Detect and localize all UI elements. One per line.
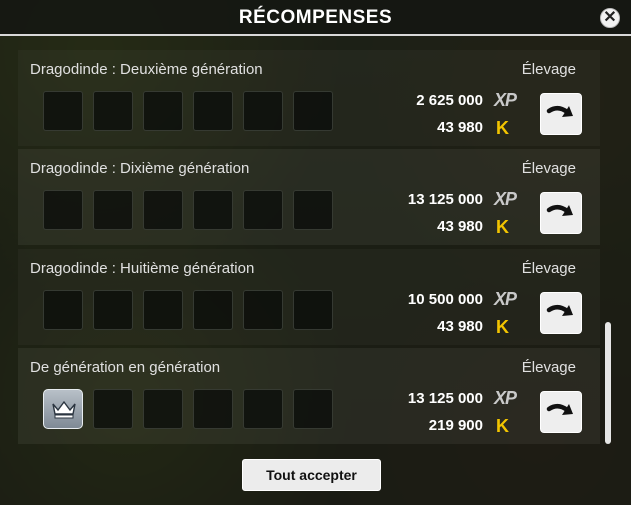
rewards-window: RÉCOMPENSES ✕ Dragodinde : Deuxième géné… bbox=[0, 0, 631, 505]
kama-value: 219 900 bbox=[428, 417, 483, 434]
kama-icon: K bbox=[496, 416, 509, 436]
rewards-list: Dragodinde : Deuxième génération Élevage… bbox=[18, 50, 600, 450]
item-slot[interactable] bbox=[193, 290, 233, 330]
scrollbar-thumb[interactable] bbox=[605, 322, 611, 444]
item-slot[interactable] bbox=[93, 389, 133, 429]
kama-icon: K bbox=[496, 118, 509, 138]
item-slot[interactable] bbox=[93, 290, 133, 330]
curved-arrow-icon bbox=[546, 305, 573, 316]
item-slot[interactable] bbox=[243, 290, 283, 330]
curved-arrow-icon bbox=[546, 205, 573, 216]
reward-category: Élevage bbox=[521, 160, 576, 177]
item-slot[interactable] bbox=[43, 91, 83, 131]
item-slot[interactable] bbox=[93, 190, 133, 230]
reward-title: Dragodinde : Huitième génération bbox=[30, 260, 255, 277]
xp-icon: XP bbox=[494, 388, 517, 408]
accept-all-button[interactable]: Tout accepter bbox=[242, 459, 381, 491]
close-button[interactable]: ✕ bbox=[600, 8, 620, 28]
item-slot[interactable] bbox=[293, 389, 333, 429]
reward-title: Dragodinde : Dixième génération bbox=[30, 160, 250, 177]
item-slot[interactable] bbox=[143, 389, 183, 429]
item-slot[interactable] bbox=[93, 91, 133, 131]
reward-item: De génération en génération Élevage 13 1… bbox=[18, 348, 600, 444]
kama-value: 43 980 bbox=[437, 318, 483, 335]
kama-value: 43 980 bbox=[437, 218, 483, 235]
xp-value: 2 625 000 bbox=[416, 92, 483, 109]
xp-icon: XP bbox=[494, 90, 517, 110]
reward-item: Dragodinde : Huitième génération Élevage… bbox=[18, 249, 600, 345]
crown-icon bbox=[52, 400, 76, 419]
claim-reward-button[interactable] bbox=[540, 192, 582, 234]
item-slot[interactable] bbox=[293, 91, 333, 131]
reward-title: Dragodinde : Deuxième génération bbox=[30, 61, 263, 78]
item-slot[interactable] bbox=[143, 290, 183, 330]
item-slot[interactable] bbox=[293, 190, 333, 230]
item-slot[interactable] bbox=[243, 190, 283, 230]
xp-value: 13 125 000 bbox=[407, 390, 483, 407]
xp-value: 13 125 000 bbox=[407, 191, 483, 208]
item-slot[interactable] bbox=[193, 190, 233, 230]
claim-reward-button[interactable] bbox=[540, 93, 582, 135]
item-slot[interactable] bbox=[43, 190, 83, 230]
item-slot[interactable] bbox=[293, 290, 333, 330]
kama-icon: K bbox=[496, 217, 509, 237]
reward-item: Dragodinde : Deuxième génération Élevage… bbox=[18, 50, 600, 146]
item-slot[interactable] bbox=[43, 290, 83, 330]
claim-reward-button[interactable] bbox=[540, 292, 582, 334]
reward-category: Élevage bbox=[521, 260, 576, 277]
curved-arrow-icon bbox=[546, 106, 573, 117]
item-slot[interactable] bbox=[243, 389, 283, 429]
item-slot[interactable] bbox=[143, 91, 183, 131]
item-slot[interactable] bbox=[143, 190, 183, 230]
item-slot[interactable] bbox=[243, 91, 283, 131]
item-slot[interactable] bbox=[193, 91, 233, 131]
reward-category: Élevage bbox=[521, 359, 576, 376]
kama-icon: K bbox=[496, 317, 509, 337]
reward-category: Élevage bbox=[521, 61, 576, 78]
curved-arrow-icon bbox=[546, 404, 573, 415]
window-title: RÉCOMPENSES bbox=[238, 7, 393, 28]
kama-value: 43 980 bbox=[437, 119, 483, 136]
close-icon: ✕ bbox=[603, 9, 617, 26]
xp-value: 10 500 000 bbox=[407, 291, 483, 308]
xp-icon: XP bbox=[494, 289, 517, 309]
item-slot-crown[interactable] bbox=[43, 389, 83, 429]
reward-title: De génération en génération bbox=[30, 359, 221, 376]
xp-icon: XP bbox=[494, 189, 517, 209]
window-title-bar: RÉCOMPENSES ✕ bbox=[0, 0, 631, 36]
reward-item: Dragodinde : Dixième génération Élevage … bbox=[18, 149, 600, 245]
claim-reward-button[interactable] bbox=[540, 391, 582, 433]
item-slot[interactable] bbox=[193, 389, 233, 429]
